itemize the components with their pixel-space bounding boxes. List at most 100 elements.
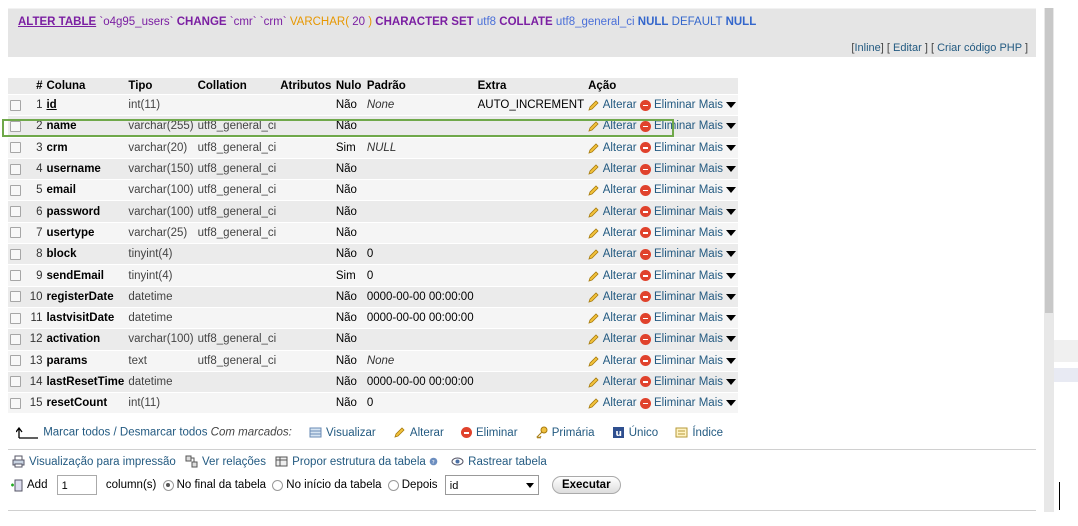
create-php-link[interactable]: Criar código PHP bbox=[937, 42, 1022, 54]
table-row[interactable]: 7 usertype varchar(25) utf8_general_ci Não A… bbox=[8, 222, 738, 245]
track-table-link[interactable]: Rastrear tabela bbox=[451, 456, 547, 468]
more-dropdown[interactable]: Mais bbox=[699, 227, 736, 239]
drop-action[interactable]: Eliminar bbox=[639, 312, 696, 324]
table-row[interactable]: 11 lastvisitDate datetime Não 0000-00-00 00:… bbox=[8, 307, 738, 330]
at-end-label[interactable]: No final da tabela bbox=[177, 479, 267, 491]
more-dropdown[interactable]: Mais bbox=[699, 397, 736, 409]
table-row[interactable]: 4 username varchar(150) utf8_general_ci Não … bbox=[8, 158, 738, 181]
drop-button[interactable]: Eliminar bbox=[460, 427, 521, 439]
select-all-link[interactable]: Marcar todos / Desmarcar todos bbox=[43, 427, 207, 439]
edit-link[interactable]: Editar bbox=[893, 42, 922, 54]
more-dropdown[interactable]: Mais bbox=[699, 163, 736, 175]
header-extra[interactable]: Extra bbox=[475, 78, 587, 95]
alter-action[interactable]: Alterar bbox=[588, 99, 637, 111]
more-dropdown[interactable]: Mais bbox=[699, 376, 736, 388]
unique-button[interactable]: u Único bbox=[612, 427, 662, 439]
alter-action[interactable]: Alterar bbox=[588, 376, 637, 388]
header-column[interactable]: Coluna bbox=[44, 78, 127, 95]
alter-action[interactable]: Alterar bbox=[588, 184, 637, 196]
drop-action[interactable]: Eliminar bbox=[639, 270, 696, 282]
table-row[interactable]: 1 id int(11) Não None AUTO_INCREMENT Alterar … bbox=[8, 94, 738, 117]
header-collation[interactable]: Collation bbox=[195, 78, 279, 95]
table-row[interactable]: 6 password varchar(100) utf8_general_ci Não … bbox=[8, 200, 738, 223]
more-dropdown[interactable]: Mais bbox=[699, 142, 736, 154]
more-dropdown[interactable]: Mais bbox=[699, 184, 736, 196]
header-type[interactable]: Tipo bbox=[126, 78, 196, 95]
at-begin-label[interactable]: No início da tabela bbox=[286, 479, 381, 491]
alter-action[interactable]: Alterar bbox=[588, 206, 637, 218]
alter-action[interactable]: Alterar bbox=[588, 270, 637, 282]
drop-action[interactable]: Eliminar bbox=[639, 99, 696, 111]
more-dropdown[interactable]: Mais bbox=[699, 291, 736, 303]
relation-view-link[interactable]: Ver relações bbox=[185, 455, 269, 468]
row-checkbox[interactable] bbox=[10, 376, 21, 388]
table-row[interactable]: 5 email varchar(100) utf8_general_ci Não Alt… bbox=[8, 179, 738, 202]
drop-action[interactable]: Eliminar bbox=[639, 333, 696, 345]
column-name[interactable]: id bbox=[44, 94, 127, 117]
drop-action[interactable]: Eliminar bbox=[639, 376, 696, 388]
row-checkbox[interactable] bbox=[10, 248, 21, 260]
help-icon[interactable]: ? bbox=[429, 457, 438, 466]
alter-action[interactable]: Alterar bbox=[588, 291, 637, 303]
more-dropdown[interactable]: Mais bbox=[699, 312, 736, 324]
row-checkbox[interactable] bbox=[10, 269, 21, 281]
after-radio[interactable] bbox=[387, 479, 399, 491]
propose-structure-link[interactable]: Propor estrutura da tabela ? bbox=[275, 456, 445, 468]
inline-link[interactable]: Inline bbox=[854, 42, 880, 54]
sql-keyword-alter-table[interactable]: ALTER TABLE bbox=[18, 16, 96, 28]
more-dropdown[interactable]: Mais bbox=[699, 333, 736, 345]
drop-action[interactable]: Eliminar bbox=[639, 142, 696, 154]
header-attributes[interactable]: Atributos bbox=[278, 78, 334, 95]
at-end-radio[interactable] bbox=[162, 479, 174, 491]
drop-action[interactable]: Eliminar bbox=[639, 227, 696, 239]
table-row[interactable]: 3 crm varchar(20) utf8_general_ci Sim NULL Al… bbox=[8, 137, 738, 159]
table-row[interactable]: 14 lastResetTime datetime Não 0000-00-00 00:… bbox=[8, 371, 738, 394]
table-row[interactable]: 15 resetCount int(11) Não 0 Alterar Eliminar… bbox=[8, 392, 738, 415]
scrollbar-thumb[interactable] bbox=[1045, 8, 1053, 313]
row-checkbox[interactable] bbox=[10, 99, 21, 111]
row-checkbox[interactable] bbox=[10, 206, 21, 218]
alter-action[interactable]: Alterar bbox=[588, 142, 637, 154]
table-row[interactable]: 13 params text utf8_general_ci Não None Alter… bbox=[8, 350, 738, 372]
more-dropdown[interactable]: Mais bbox=[699, 206, 736, 218]
row-checkbox[interactable] bbox=[10, 227, 21, 239]
drop-action[interactable]: Eliminar bbox=[639, 163, 696, 175]
more-dropdown[interactable]: Mais bbox=[699, 120, 736, 132]
alter-action[interactable]: Alterar bbox=[588, 248, 637, 260]
drop-action[interactable]: Eliminar bbox=[639, 206, 696, 218]
alter-action[interactable]: Alterar bbox=[588, 227, 637, 239]
execute-button[interactable]: Executar bbox=[551, 476, 621, 494]
at-begin-radio[interactable] bbox=[272, 479, 284, 491]
after-column-select[interactable]: id bbox=[444, 475, 539, 495]
vertical-scrollbar[interactable] bbox=[1044, 8, 1054, 512]
table-row[interactable]: 8 block tinyint(4) Não 0 Alterar Eliminar Ma… bbox=[8, 243, 738, 266]
alter-action[interactable]: Alterar bbox=[588, 312, 637, 324]
row-checkbox[interactable] bbox=[10, 291, 21, 303]
browse-button[interactable]: Visualizar bbox=[309, 427, 379, 439]
row-checkbox[interactable] bbox=[10, 163, 21, 175]
table-row[interactable]: 12 activation varchar(100) utf8_general_ci N… bbox=[8, 328, 738, 351]
drop-action[interactable]: Eliminar bbox=[639, 184, 696, 196]
more-dropdown[interactable]: Mais bbox=[699, 270, 736, 282]
header-null[interactable]: Nulo bbox=[333, 78, 365, 95]
alter-action[interactable]: Alterar bbox=[588, 333, 637, 345]
alter-action[interactable]: Alterar bbox=[588, 355, 637, 367]
table-row[interactable]: 9 sendEmail tinyint(4) Sim 0 Alterar Elimina… bbox=[8, 264, 738, 287]
row-checkbox[interactable] bbox=[10, 184, 21, 196]
drop-action[interactable]: Eliminar bbox=[639, 397, 696, 409]
index-button[interactable]: Índice bbox=[675, 427, 723, 439]
column-count-input[interactable]: 1 bbox=[56, 475, 97, 495]
alter-action[interactable]: Alterar bbox=[588, 397, 637, 409]
after-label[interactable]: Depois bbox=[402, 479, 438, 491]
alter-action[interactable]: Alterar bbox=[588, 163, 637, 175]
drop-action[interactable]: Eliminar bbox=[639, 291, 696, 303]
table-row[interactable]: 10 registerDate datetime Não 0000-00-00 00:0… bbox=[8, 286, 738, 308]
more-dropdown[interactable]: Mais bbox=[699, 99, 736, 111]
change-button[interactable]: Alterar bbox=[393, 427, 447, 439]
row-checkbox[interactable] bbox=[10, 355, 21, 367]
row-checkbox[interactable] bbox=[10, 397, 21, 409]
primary-button[interactable]: Primária bbox=[535, 426, 598, 439]
more-dropdown[interactable]: Mais bbox=[699, 355, 736, 367]
drop-action[interactable]: Eliminar bbox=[639, 355, 696, 367]
more-dropdown[interactable]: Mais bbox=[699, 248, 736, 260]
